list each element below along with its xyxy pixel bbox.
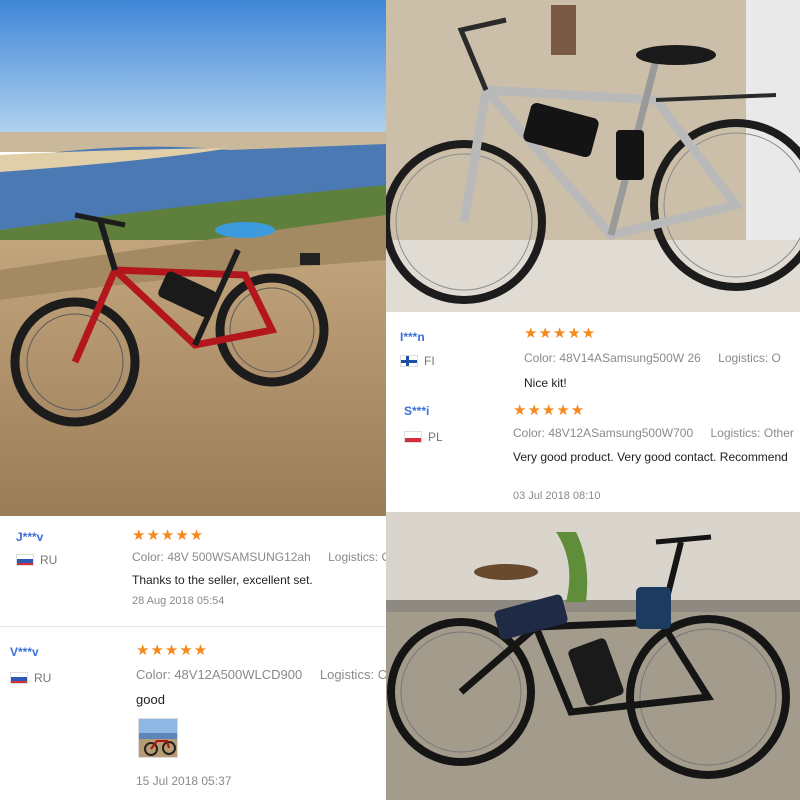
color-label: Color: xyxy=(132,550,165,564)
color-label: Color: xyxy=(524,351,557,365)
logistics-value: O xyxy=(771,351,781,365)
review-country: FI xyxy=(400,354,435,368)
flag-ru-icon xyxy=(16,554,34,566)
review-country: RU xyxy=(16,553,57,567)
star-rating: ★★★★★ xyxy=(132,527,205,544)
photo-bike-yard xyxy=(386,512,800,800)
bike-yard-image xyxy=(386,512,800,800)
review-username[interactable]: V***v xyxy=(10,645,39,659)
color-value: 48V12ASamsung500W700 xyxy=(548,426,694,440)
flag-pl-icon xyxy=(404,431,422,443)
country-code: RU xyxy=(40,553,58,567)
review-sku: Color: 48V12ASamsung500W700 Logistics: O… xyxy=(513,426,794,440)
review-country: RU xyxy=(10,671,51,685)
thumbnail-image xyxy=(139,719,177,757)
review-date: 15 Jul 2018 05:37 xyxy=(136,774,232,788)
review-date: 03 Jul 2018 08:10 xyxy=(513,490,601,502)
review-panel-right: I***n FI ★★★★★ Color: 48V14ASamsung500W … xyxy=(386,312,800,512)
review-text: Very good product. Very good contact. Re… xyxy=(513,450,788,464)
flag-fi-icon xyxy=(400,355,418,367)
color-value: 48V12A500WLCD900 xyxy=(174,667,303,682)
review-date: 28 Aug 2018 05:54 xyxy=(132,595,225,607)
logistics-label: Logistics: xyxy=(710,426,761,440)
review-text: Thanks to the seller, excellent set. xyxy=(132,573,313,587)
photo-bike-river xyxy=(0,0,386,516)
country-code: FI xyxy=(424,354,435,368)
color-value: 48V14ASamsung500W 26 xyxy=(559,351,701,365)
bike-wall-image xyxy=(386,0,800,312)
review-username[interactable]: J***v xyxy=(16,530,43,544)
review-username[interactable]: I***n xyxy=(400,330,425,344)
star-rating: ★★★★★ xyxy=(513,402,586,419)
star-rating: ★★★★★ xyxy=(524,325,597,342)
review-country: PL xyxy=(404,430,443,444)
review-text: Nice kit! xyxy=(524,376,567,390)
logistics-value: Other xyxy=(763,426,794,440)
color-label: Color: xyxy=(513,426,546,440)
review-sku: Color: 48V 500WSAMSUNG12ah Logistics: O xyxy=(132,550,391,564)
color-value: 48V 500WSAMSUNG12ah xyxy=(167,550,311,564)
review-text: good xyxy=(136,692,165,707)
logistics-label: Logistics: xyxy=(319,667,375,682)
review-divider xyxy=(0,626,386,627)
review-sku: Color: 48V12A500WLCD900 Logistics: O xyxy=(136,667,388,682)
bike-river-image xyxy=(0,0,386,516)
review-username[interactable]: S***i xyxy=(404,404,429,418)
review-sku: Color: 48V14ASamsung500W 26 Logistics: O xyxy=(524,351,781,365)
star-rating: ★★★★★ xyxy=(136,642,209,659)
logistics-label: Logistics: xyxy=(718,351,769,365)
country-code: PL xyxy=(428,430,443,444)
photo-bike-wall xyxy=(386,0,800,312)
country-code: RU xyxy=(34,671,52,685)
review-photo-thumbnail[interactable] xyxy=(138,718,178,758)
logistics-label: Logistics: xyxy=(328,550,379,564)
flag-ru-icon xyxy=(10,672,28,684)
review-panel-left: J***v RU ★★★★★ Color: 48V 500WSAMSUNG12a… xyxy=(0,516,391,800)
color-label: Color: xyxy=(136,667,171,682)
